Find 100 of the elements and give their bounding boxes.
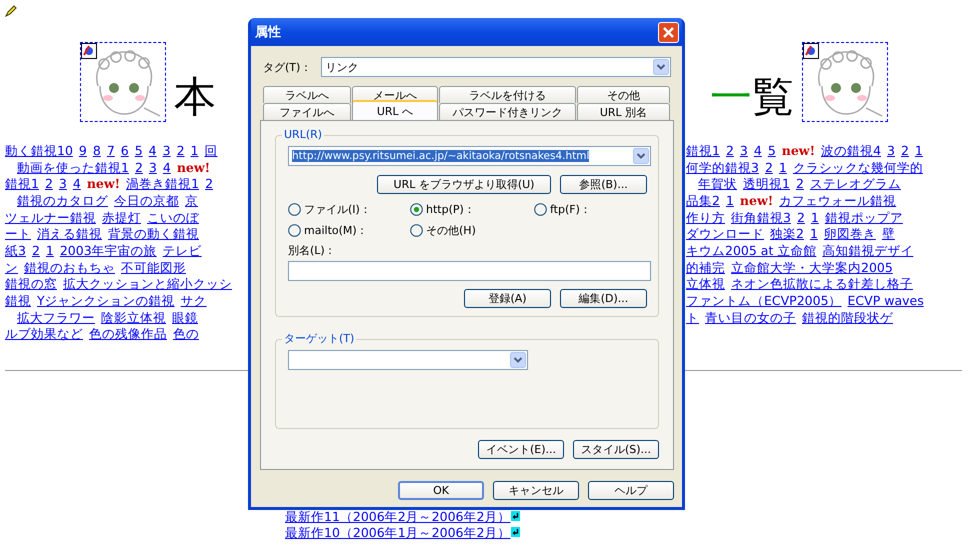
url-dropdown[interactable]: http://www.psy.ritsumei.ac.jp/~akitaoka/rotsnakes4.html (288, 146, 651, 166)
link[interactable]: 1 (726, 192, 734, 208)
button[interactable]: イベント(E)... (478, 440, 564, 459)
link[interactable]: ECVP waves (848, 293, 924, 308)
link[interactable]: 2 (796, 210, 805, 225)
link[interactable]: ツェルナー錯視 (5, 210, 96, 225)
link[interactable]: 的補完 (686, 260, 725, 275)
link[interactable]: 4 (72, 176, 81, 192)
link[interactable]: 2 (134, 160, 143, 174)
link[interactable]: 壁 (882, 226, 895, 242)
link[interactable]: 4 (754, 142, 762, 158)
link[interactable]: 拡大クッションと縮小クッシ (63, 276, 232, 292)
link[interactable]: サク (180, 292, 207, 308)
link[interactable]: 2003年宇宙の旅 (60, 242, 157, 258)
link[interactable]: 2 (32, 242, 40, 258)
link[interactable]: 紙3 (5, 242, 26, 258)
link[interactable]: 拡大フラワー (17, 310, 95, 325)
radio-option[interactable]: ファイル(I)： (288, 202, 410, 217)
link[interactable]: 2 (796, 176, 804, 192)
radio-option[interactable]: ftp(F)： (534, 202, 647, 217)
alias-field[interactable] (288, 261, 651, 281)
tab[interactable]: パスワード付きリンク (439, 103, 576, 120)
link[interactable]: 7 (106, 142, 115, 158)
link[interactable]: 2 (176, 142, 185, 158)
link[interactable]: 2 (205, 176, 214, 192)
link[interactable]: ルブ効果など (5, 326, 83, 342)
link[interactable]: 動く錯視10 (5, 142, 73, 158)
link[interactable]: 1 (810, 210, 819, 225)
link[interactable]: 錯視のカタログ (17, 192, 108, 208)
link[interactable]: 眼鏡 (172, 310, 198, 325)
link[interactable]: 今日の京都 (114, 192, 179, 208)
link[interactable]: 独楽2 (770, 226, 804, 242)
link[interactable]: 錯視の窓 (5, 276, 57, 292)
link[interactable]: 1 (190, 142, 198, 158)
radio-button[interactable] (288, 203, 301, 216)
link[interactable]: 錯視のおもちゃ (24, 260, 115, 275)
button[interactable]: 編集(D)... (560, 289, 647, 308)
tab[interactable]: ラベルを付ける (439, 86, 576, 103)
link[interactable]: 1 (778, 160, 787, 175)
link[interactable]: 1 (914, 142, 923, 158)
link[interactable]: 透明視1 (743, 176, 790, 192)
target-dropdown[interactable] (288, 350, 528, 370)
button[interactable]: OK (398, 481, 484, 500)
link[interactable]: 錯視1 (686, 142, 720, 158)
link[interactable]: 3 (740, 142, 748, 158)
link[interactable]: テレビ (162, 242, 202, 258)
link[interactable]: ト (686, 310, 699, 325)
link[interactable]: 1 (46, 242, 54, 258)
link[interactable]: 街角錯視3 (731, 210, 791, 225)
link[interactable]: 何学的錯視3 (686, 160, 759, 175)
link[interactable]: 2 (764, 160, 773, 175)
link[interactable]: 錯視的階段状ゲ (802, 310, 893, 325)
button[interactable]: ヘルプ (588, 481, 674, 500)
link[interactable]: ネオン色拡散による針差し格子 (731, 276, 913, 292)
radio-button[interactable] (288, 224, 301, 237)
link[interactable]: 赤提灯 (102, 210, 141, 225)
link[interactable]: 渦巻き錯視1 (126, 176, 200, 192)
link[interactable]: 青い目の女の子 (705, 310, 796, 325)
link[interactable]: 年賀状 (698, 176, 737, 192)
link[interactable]: 8 (92, 142, 101, 158)
link[interactable]: 立体視 (686, 276, 725, 292)
link[interactable]: 錯視 (5, 292, 31, 308)
tab[interactable]: その他 (577, 86, 670, 103)
link[interactable]: 1 (810, 226, 818, 242)
link[interactable]: 錯視ポップア (824, 210, 903, 225)
button[interactable]: 参照(B)... (560, 175, 647, 194)
link[interactable]: ファントム（ECVP2005） (686, 293, 842, 308)
link[interactable]: 京 (185, 192, 198, 208)
link[interactable]: 3 (58, 176, 67, 192)
link[interactable]: 9 (78, 142, 87, 158)
link[interactable]: 背景の動く錯視 (108, 226, 199, 242)
link[interactable]: 5 (134, 142, 143, 158)
link[interactable]: 錯視1 (5, 176, 39, 192)
button[interactable]: 登録(A) (464, 289, 551, 308)
radio-button[interactable] (410, 224, 423, 237)
link[interactable]: 2 (44, 176, 53, 192)
radio-button[interactable] (410, 203, 423, 216)
link[interactable]: 卵図巻き (824, 226, 876, 242)
tab[interactable]: ラベルへ (263, 86, 351, 103)
link[interactable]: 品集2 (686, 192, 720, 208)
link[interactable]: カフェウォール錯視 (779, 192, 896, 208)
link[interactable]: 6 (120, 142, 129, 158)
link[interactable]: キウム2005 at 立命館 (686, 242, 816, 258)
link[interactable]: ン (5, 260, 18, 275)
link[interactable]: 高知錯視デザイ (822, 242, 914, 258)
button[interactable]: URL をブラウザより取得(U) (377, 175, 551, 194)
tag-dropdown[interactable]: リンク (321, 57, 672, 77)
link[interactable]: ダウンロード (686, 226, 764, 242)
link[interactable]: 色の残像作品 (89, 326, 167, 342)
button[interactable]: キャンセル (493, 481, 579, 500)
radio-option[interactable]: その他(H) (410, 223, 534, 238)
tab[interactable]: URL へ (352, 100, 438, 120)
button[interactable]: スタイル(S)... (573, 440, 659, 459)
link[interactable]: 回 (204, 142, 218, 158)
close-button[interactable] (658, 22, 679, 42)
link[interactable]: 陰影立体視 (101, 310, 166, 325)
link[interactable]: クラシックな幾何学的 (792, 160, 923, 175)
link[interactable]: 2 (900, 142, 909, 158)
link[interactable]: 最新作11（2006年2月～2006年2月） (285, 508, 510, 524)
link[interactable]: 2 (726, 142, 734, 158)
